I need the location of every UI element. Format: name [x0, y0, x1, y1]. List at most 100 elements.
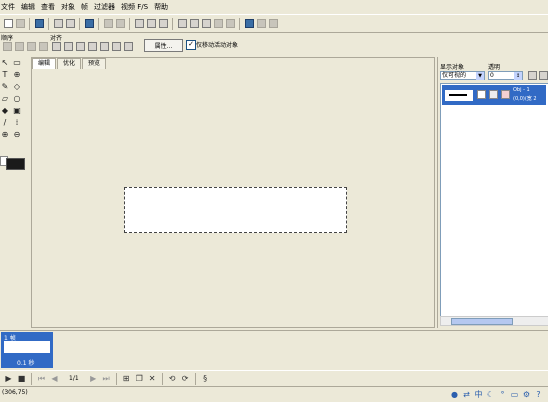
- eraser-tool-icon[interactable]: ▱: [0, 94, 10, 104]
- prev-frame-icon[interactable]: ◀: [50, 374, 59, 383]
- menu-frame[interactable]: 帧: [81, 2, 88, 12]
- menu-view[interactable]: 查看: [41, 2, 55, 12]
- line-tool-icon[interactable]: /: [0, 118, 10, 128]
- export-icon[interactable]: [65, 19, 75, 28]
- shape-tool-icon[interactable]: ◇: [12, 82, 22, 92]
- toolbar-separator: [31, 372, 32, 385]
- network-icon[interactable]: ⇄: [462, 390, 471, 399]
- import-icon[interactable]: [53, 19, 63, 28]
- bring-forward-icon[interactable]: [14, 42, 24, 51]
- properties-icon[interactable]: [177, 19, 187, 28]
- select-all-icon[interactable]: [225, 19, 235, 28]
- menu-object[interactable]: 对象: [61, 2, 75, 12]
- show-objects-select[interactable]: 仅可视的 ▼: [440, 71, 485, 80]
- menu-file[interactable]: 文件: [1, 2, 15, 12]
- help-icon[interactable]: ?: [534, 390, 543, 399]
- align-middle-icon[interactable]: [99, 42, 109, 51]
- globe-icon[interactable]: [244, 19, 254, 28]
- move-up-icon[interactable]: [527, 71, 537, 80]
- align-bottom-icon[interactable]: [111, 42, 121, 51]
- copy-icon[interactable]: [146, 19, 156, 28]
- send-backward-icon[interactable]: [26, 42, 36, 51]
- text-tool-icon[interactable]: T: [0, 70, 10, 80]
- next-frame-icon[interactable]: ▶: [89, 374, 98, 383]
- save-icon[interactable]: [34, 19, 44, 28]
- crop-icon[interactable]: [189, 19, 199, 28]
- playback-toolbar: ▶ ■ ⏮ ◀ 1/1 ▶ ⏭ ⊞ ❐ ✕ ⟲ ⟳ §: [0, 370, 548, 386]
- zoom-icon[interactable]: [268, 19, 278, 28]
- redo-icon[interactable]: [115, 19, 125, 28]
- add-frame-icon[interactable]: ⊞: [122, 374, 131, 383]
- duplicate-frame-icon[interactable]: ❐: [135, 374, 144, 383]
- frame-properties-icon[interactable]: §: [201, 374, 210, 383]
- tab-optimize[interactable]: 优化: [57, 58, 82, 69]
- tab-preview[interactable]: 预览: [82, 58, 107, 69]
- cursor-coordinates: (306,75): [2, 389, 28, 396]
- punctuation-icon[interactable]: °: [498, 390, 507, 399]
- play-icon[interactable]: ▶: [4, 374, 13, 383]
- tab-edit[interactable]: 编辑: [32, 58, 57, 69]
- frame-tool-icon[interactable]: ▣: [12, 106, 22, 116]
- align-center-icon[interactable]: [63, 42, 73, 51]
- select-tool-icon[interactable]: ▭: [12, 58, 22, 68]
- open-folder-icon[interactable]: [15, 19, 25, 28]
- lasso-tool-icon[interactable]: ○: [12, 94, 22, 104]
- toolbar-separator: [115, 372, 117, 385]
- object-thumbnail: [445, 90, 473, 101]
- canvas-area: 编辑 优化 预览: [31, 57, 435, 328]
- menu-filter[interactable]: 过滤器: [94, 2, 115, 12]
- align-right-icon[interactable]: [75, 42, 85, 51]
- opacity-stepper[interactable]: 0 ↕: [488, 71, 523, 80]
- first-frame-icon[interactable]: ⏮: [37, 374, 46, 383]
- frame-tile[interactable]: 1 帧 0.1 秒: [1, 332, 53, 368]
- scrollbar-thumb[interactable]: [451, 318, 513, 325]
- move-active-checkbox[interactable]: ✓: [186, 40, 196, 50]
- foreground-color-swatch[interactable]: [6, 158, 25, 170]
- moon-icon[interactable]: ☾: [486, 390, 495, 399]
- link-icon[interactable]: [501, 90, 510, 99]
- delete-icon[interactable]: [213, 19, 223, 28]
- delete-frame-icon[interactable]: ✕: [148, 374, 157, 383]
- properties-button[interactable]: 属性...: [144, 39, 183, 52]
- cut-icon[interactable]: [134, 19, 144, 28]
- fill-tool-icon[interactable]: ◆: [0, 106, 10, 116]
- order-label: 顺序: [1, 35, 14, 42]
- new-file-icon[interactable]: [3, 19, 13, 28]
- ime-icon[interactable]: 中: [474, 390, 483, 399]
- paste-icon[interactable]: [158, 19, 168, 28]
- rotate-icon[interactable]: ⟳: [181, 374, 190, 383]
- image-canvas[interactable]: [124, 187, 347, 233]
- pointer-tool-icon[interactable]: ↖: [0, 58, 10, 68]
- keyboard-icon[interactable]: ▭: [510, 390, 519, 399]
- object-list-scrollbar[interactable]: [440, 316, 548, 326]
- eye-icon[interactable]: [477, 90, 486, 99]
- menu-video[interactable]: 视频 F/S: [121, 2, 148, 12]
- last-frame-icon[interactable]: ⏭: [102, 374, 111, 383]
- menu-edit[interactable]: 编辑: [21, 2, 35, 12]
- object-name: Obj - 1: [513, 87, 530, 93]
- stepper-arrows-icon[interactable]: ↕: [514, 72, 522, 80]
- settings-icon[interactable]: ⚙: [522, 390, 531, 399]
- move-tool-icon[interactable]: ⊕: [12, 70, 22, 80]
- list-item[interactable]: Obj - 1 (0,0)(宽 2: [442, 85, 546, 105]
- image-icon[interactable]: [201, 19, 211, 28]
- panda-icon[interactable]: ●: [450, 390, 459, 399]
- move-down-icon[interactable]: [538, 71, 548, 80]
- zoom-in-tool-icon[interactable]: ⊕: [0, 130, 10, 140]
- lock-icon[interactable]: [489, 90, 498, 99]
- wizard-icon[interactable]: [84, 19, 94, 28]
- bring-to-front-icon[interactable]: [2, 42, 12, 51]
- chevron-down-icon[interactable]: ▼: [476, 72, 484, 80]
- menu-help[interactable]: 帮助: [154, 2, 168, 12]
- reverse-icon[interactable]: ⟲: [168, 374, 177, 383]
- stop-icon[interactable]: ■: [17, 374, 26, 383]
- zoom-out-tool-icon[interactable]: ⊖: [12, 130, 22, 140]
- pencil-tool-icon[interactable]: ✎: [0, 82, 10, 92]
- align-left-icon[interactable]: [51, 42, 61, 51]
- brush-size-icon[interactable]: ⁞: [12, 118, 22, 128]
- send-to-back-icon[interactable]: [38, 42, 48, 51]
- align-top-icon[interactable]: [87, 42, 97, 51]
- grid-icon[interactable]: [256, 19, 266, 28]
- distribute-icon[interactable]: [123, 42, 133, 51]
- undo-icon[interactable]: [103, 19, 113, 28]
